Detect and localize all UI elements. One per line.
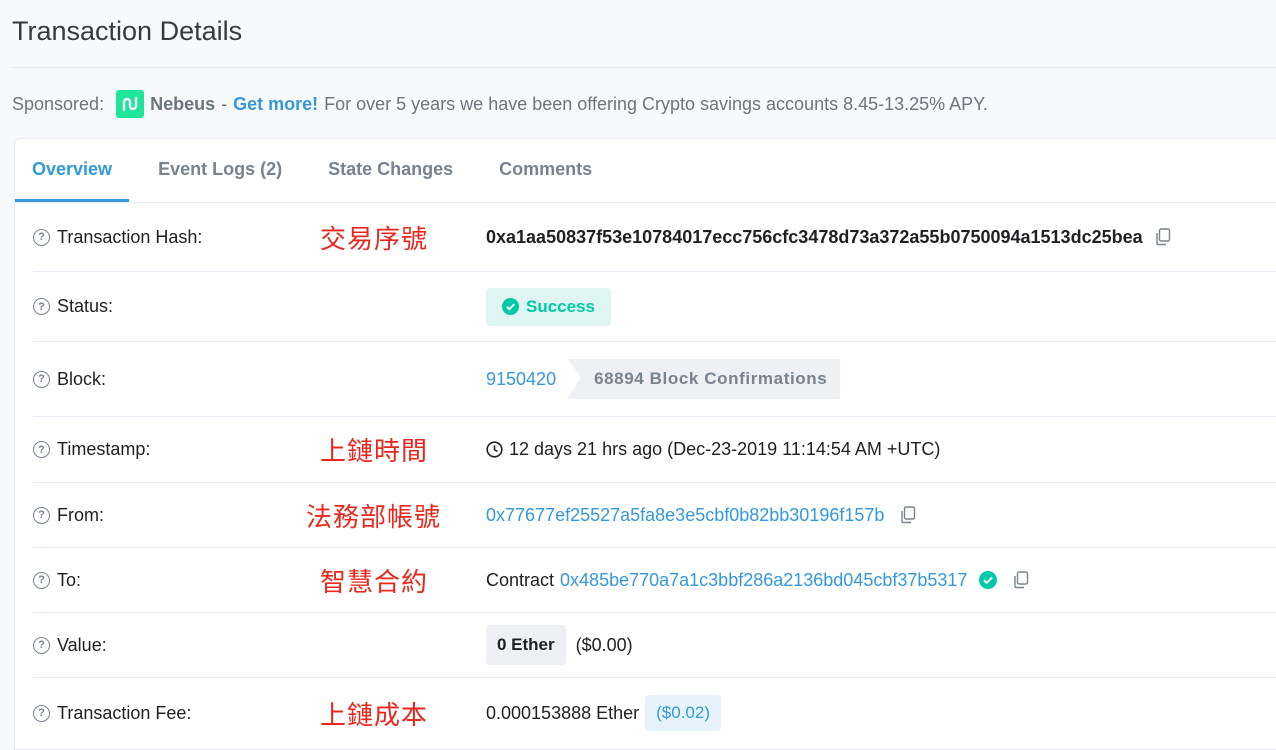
- row-value: ? Value: 0 Ether ($0.00): [33, 613, 1276, 678]
- label-from: From:: [57, 504, 104, 525]
- transaction-card: Overview Event Logs (2) State Changes Co…: [14, 138, 1276, 750]
- row-block: ? Block: 9150420 68894 Block Confirmatio…: [33, 342, 1276, 417]
- help-icon[interactable]: ?: [33, 441, 50, 458]
- help-icon[interactable]: ?: [33, 571, 50, 589]
- block-number-link[interactable]: 9150420: [486, 369, 556, 390]
- value-wrap: 9150420 68894 Block Confirmations: [486, 359, 841, 399]
- copy-icon[interactable]: [900, 506, 916, 524]
- value-wrap: 0x77677ef25527a5fa8e3e5cbf0b82bb30196f15…: [486, 505, 916, 526]
- help-icon[interactable]: ?: [33, 704, 50, 722]
- value-wrap: Success: [486, 287, 611, 326]
- value-usd: ($0.00): [575, 634, 633, 655]
- value-wrap: 0.000153888 Ether ($0.02): [486, 695, 722, 731]
- row-transaction-fee: ? Transaction Fee: 上鏈成本 0.000153888 Ethe…: [33, 678, 1276, 748]
- row-label-wrap: ? Status:: [33, 296, 113, 317]
- verified-check-icon: [979, 571, 998, 589]
- from-address-link[interactable]: 0x77677ef25527a5fa8e3e5cbf0b82bb30196f15…: [486, 505, 884, 526]
- tab-overview[interactable]: Overview: [15, 139, 130, 202]
- status-text: Success: [526, 296, 595, 316]
- check-circle-icon: [502, 298, 519, 315]
- help-icon[interactable]: ?: [33, 636, 50, 654]
- contract-prefix: Contract: [486, 569, 555, 590]
- row-label-wrap: ? Transaction Fee:: [33, 703, 191, 724]
- value-wrap: 12 days 21 hrs ago (Dec-23-2019 11:14:54…: [486, 439, 940, 460]
- tab-comments[interactable]: Comments: [482, 139, 609, 202]
- timestamp-value: 12 days 21 hrs ago (Dec-23-2019 11:14:54…: [509, 439, 941, 459]
- sponsored-banner: Sponsored: Nebeus - Get more! For over 5…: [12, 90, 988, 118]
- row-transaction-hash: ? Transaction Hash: 交易序號 0xa1aa50837f53e…: [33, 203, 1276, 272]
- sponsor-brand[interactable]: Nebeus: [150, 94, 215, 115]
- to-address-link[interactable]: 0x485be770a7a1c3bbf286a2136bd045cbf37b53…: [560, 570, 967, 591]
- label-transaction-hash: Transaction Hash:: [57, 226, 203, 247]
- row-label-wrap: ? Block:: [33, 369, 106, 390]
- tab-event-logs[interactable]: Event Logs (2): [141, 139, 299, 202]
- nebeus-logo-icon[interactable]: [116, 90, 145, 118]
- sponsor-cta-link[interactable]: Get more!: [233, 94, 318, 115]
- annotation-from: 法務部帳號: [306, 502, 442, 533]
- fee-usd-badge: ($0.02): [645, 695, 722, 731]
- label-block: Block:: [57, 368, 107, 389]
- tab-bar: Overview Event Logs (2) State Changes Co…: [15, 139, 1276, 203]
- label-status: Status:: [57, 296, 114, 316]
- help-icon[interactable]: ?: [33, 370, 50, 388]
- label-value: Value:: [57, 634, 107, 655]
- value-wrap: 0 Ether ($0.00): [486, 625, 633, 665]
- label-to: To:: [57, 569, 82, 590]
- value-wrap: 0xa1aa50837f53e10784017ecc756cfc3478d73a…: [486, 227, 1171, 248]
- value-ether-badge: 0 Ether: [486, 625, 566, 665]
- help-icon[interactable]: ?: [33, 298, 50, 315]
- row-label-wrap: ? Transaction Hash:: [33, 227, 202, 248]
- value-wrap: Contract 0x485be770a7a1c3bbf286a2136bd04…: [486, 570, 1029, 591]
- row-timestamp: ? Timestamp: 上鏈時間 12 days 21 hrs ago (De…: [33, 417, 1276, 483]
- row-label-wrap: ? To:: [33, 570, 81, 591]
- help-icon[interactable]: ?: [33, 506, 50, 524]
- sponsor-separator: -: [221, 93, 228, 114]
- block-confirmations-badge: 68894 Block Confirmations: [568, 359, 841, 399]
- label-timestamp: Timestamp:: [57, 439, 151, 459]
- page-title: Transaction Details: [12, 16, 243, 46]
- row-label-wrap: ? Timestamp:: [33, 439, 150, 460]
- annotation-timestamp: 上鏈時間: [320, 437, 429, 467]
- title-divider: [12, 67, 1276, 68]
- tab-state-changes[interactable]: State Changes: [311, 139, 470, 202]
- sponsored-label: Sponsored:: [12, 93, 105, 114]
- copy-icon[interactable]: [1155, 228, 1171, 246]
- row-label-wrap: ? Value:: [33, 635, 107, 656]
- status-badge: Success: [486, 287, 611, 326]
- annotation-to: 智慧合約: [320, 567, 429, 598]
- row-from: ? From: 法務部帳號 0x77677ef25527a5fa8e3e5cbf…: [33, 483, 1276, 548]
- copy-icon[interactable]: [1013, 571, 1029, 589]
- annotation-transaction-hash: 交易序號: [320, 224, 429, 255]
- row-label-wrap: ? From:: [33, 505, 104, 526]
- row-status: ? Status: Success: [33, 272, 1276, 342]
- row-to: ? To: 智慧合約 Contract 0x485be770a7a1c3bbf2…: [33, 548, 1276, 613]
- help-icon[interactable]: ?: [33, 228, 50, 246]
- clock-icon: [486, 441, 503, 458]
- transaction-hash-value: 0xa1aa50837f53e10784017ecc756cfc3478d73a…: [486, 226, 1143, 247]
- fee-ether: 0.000153888 Ether: [486, 702, 640, 723]
- annotation-transaction-fee: 上鏈成本: [320, 700, 429, 731]
- details-list: ? Transaction Hash: 交易序號 0xa1aa50837f53e…: [15, 203, 1276, 748]
- sponsor-text: For over 5 years we have been offering C…: [324, 93, 988, 114]
- label-transaction-fee: Transaction Fee:: [57, 702, 192, 723]
